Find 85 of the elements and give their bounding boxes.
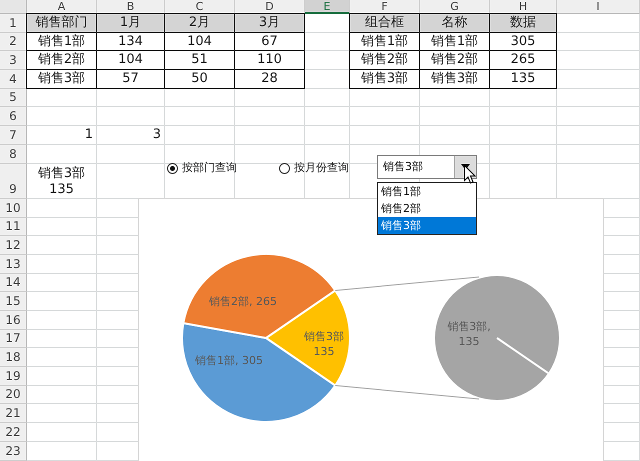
empty-cell xyxy=(235,144,305,164)
row-header[interactable]: 7 xyxy=(0,126,27,145)
column-header[interactable]: F xyxy=(350,0,420,14)
column-header[interactable]: I xyxy=(557,0,640,14)
empty-cell xyxy=(165,107,235,126)
empty-cell xyxy=(420,126,490,145)
table-cell: 销售3部 xyxy=(26,69,97,89)
header-cell: 2月 xyxy=(164,13,235,33)
header-cell: 名称 xyxy=(419,13,490,33)
empty-cell xyxy=(490,144,557,164)
data-label: 销售1部, 305 xyxy=(195,354,263,367)
data-label: 销售3部, 135 xyxy=(447,320,491,348)
row-header[interactable]: 2 xyxy=(0,32,27,52)
row-header[interactable]: 23 xyxy=(0,442,27,461)
dropdown-item[interactable]: 销售2部 xyxy=(378,200,476,217)
row-header[interactable]: 20 xyxy=(0,386,27,404)
table-cell: 135 xyxy=(489,69,557,89)
empty-cell xyxy=(165,126,235,145)
header-cell: 销售部门 xyxy=(26,13,97,33)
empty-cell xyxy=(305,144,350,164)
empty-cell xyxy=(235,126,305,145)
header-cell: 1月 xyxy=(96,13,165,33)
empty-cell xyxy=(235,88,305,108)
column-header[interactable]: E xyxy=(305,0,350,14)
row-header[interactable]: 3 xyxy=(0,51,27,70)
row-header[interactable]: 5 xyxy=(0,88,27,108)
empty-cell xyxy=(490,126,557,145)
empty-cell xyxy=(350,88,420,108)
row-header[interactable]: 1 xyxy=(0,14,27,33)
empty-cell xyxy=(97,88,165,108)
empty-cell xyxy=(490,107,557,126)
row-header[interactable]: 8 xyxy=(0,144,27,164)
table-cell: 销售3部 135 xyxy=(27,164,97,199)
empty-cell xyxy=(350,126,420,145)
table-cell: 销售3部 xyxy=(349,69,420,89)
dropdown-item[interactable]: 销售3部 xyxy=(378,217,476,234)
empty-cell xyxy=(235,107,305,126)
combo-value: 销售3部 xyxy=(382,159,424,175)
table-cell: 1 xyxy=(27,126,97,145)
row-header[interactable]: 15 xyxy=(0,292,27,312)
row-header[interactable]: 10 xyxy=(0,198,27,218)
empty-cell xyxy=(490,88,557,108)
row-header[interactable]: 9 xyxy=(0,164,27,199)
row-header[interactable]: 18 xyxy=(0,348,27,368)
column-header[interactable]: D xyxy=(235,0,305,14)
empty-cell xyxy=(97,144,165,164)
radio-button[interactable]: 按月份查询 xyxy=(279,160,349,176)
row-header[interactable]: 21 xyxy=(0,404,27,424)
row-header[interactable]: 12 xyxy=(0,236,27,255)
table-cell: 50 xyxy=(164,69,235,89)
table-cell: 销售3部 xyxy=(419,69,490,89)
row-header[interactable]: 16 xyxy=(0,311,27,330)
column-header[interactable]: B xyxy=(97,0,165,14)
empty-cell xyxy=(305,88,350,108)
column-header[interactable]: H xyxy=(490,0,557,14)
empty-cell xyxy=(97,107,165,126)
table-cell: 28 xyxy=(234,69,305,89)
header-cell: 3月 xyxy=(234,13,305,33)
column-header[interactable]: G xyxy=(420,0,490,14)
empty-cell xyxy=(420,107,490,126)
header-cell: 数据 xyxy=(489,13,557,33)
table-cell: 3 xyxy=(97,126,165,145)
radio-button[interactable]: 按部门查询 xyxy=(167,160,237,176)
row-header[interactable]: 11 xyxy=(0,218,27,236)
column-header[interactable]: A xyxy=(27,0,97,14)
empty-cell xyxy=(305,126,350,145)
row-header[interactable]: 17 xyxy=(0,330,27,348)
row-header[interactable]: 14 xyxy=(0,274,27,292)
data-label: 销售2部, 265 xyxy=(209,295,277,308)
row-header[interactable]: 4 xyxy=(0,70,27,89)
row-header[interactable]: 6 xyxy=(0,107,27,126)
combo-box[interactable]: 销售3部 xyxy=(377,155,477,179)
empty-cell xyxy=(165,144,235,164)
row-header[interactable]: 13 xyxy=(0,254,27,274)
column-header[interactable]: C xyxy=(165,0,235,14)
empty-cell xyxy=(165,88,235,108)
select-all-corner[interactable] xyxy=(0,0,27,14)
dropdown-item[interactable]: 销售1部 xyxy=(378,183,476,200)
row-header[interactable]: 22 xyxy=(0,423,27,442)
empty-cell xyxy=(305,107,350,126)
data-label: 销售3部 135 xyxy=(304,330,344,358)
row-header[interactable]: 19 xyxy=(0,367,27,386)
header-cell: 组合框 xyxy=(349,13,420,33)
empty-cell xyxy=(420,88,490,108)
empty-cell xyxy=(350,107,420,126)
